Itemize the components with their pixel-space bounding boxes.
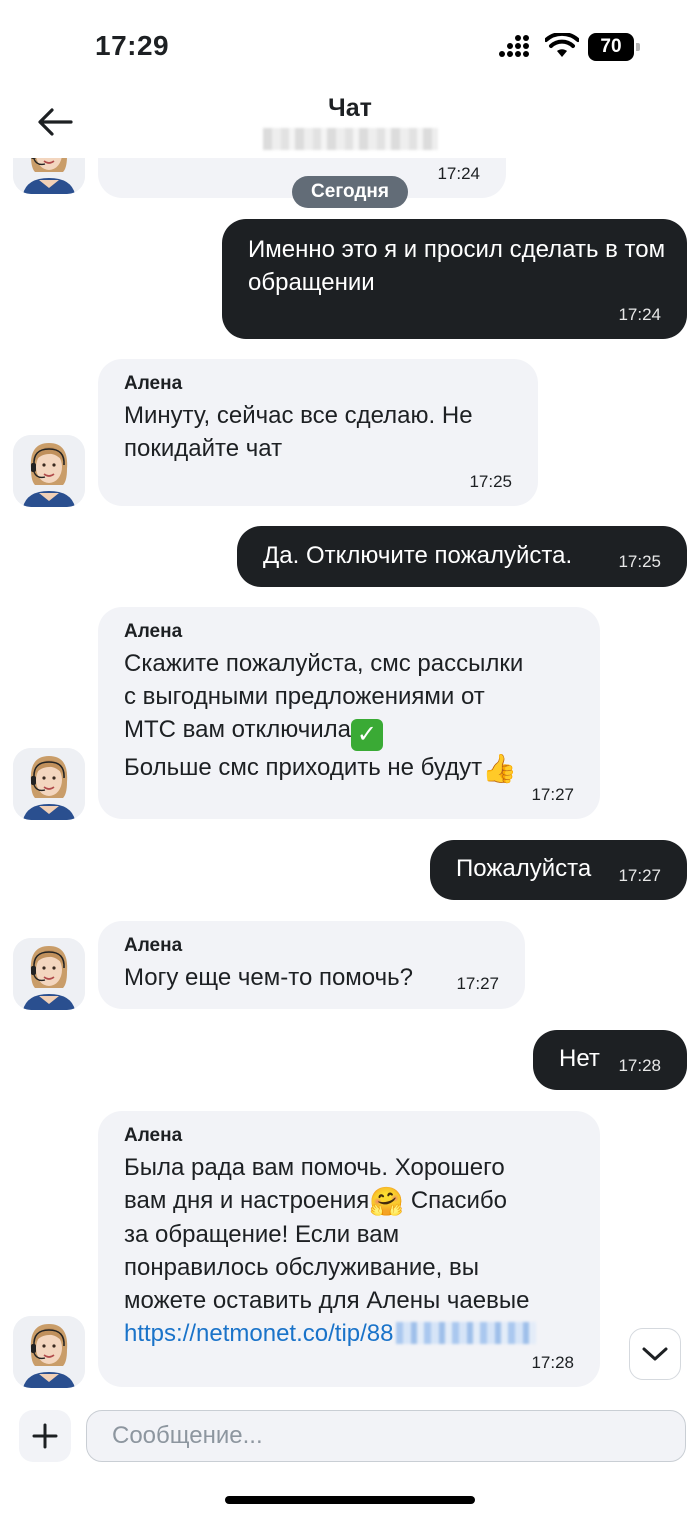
avatar [13, 158, 85, 194]
chevron-down-icon [642, 1347, 668, 1361]
message-text: Именно это я и просил сделать в том обра… [248, 236, 666, 296]
status-time: 17:29 [95, 30, 170, 61]
date-divider: Сегодня [292, 176, 408, 208]
tip-link[interactable]: https://netmonet.co/tip/88 [124, 1320, 394, 1347]
page-title: Чат [328, 94, 372, 122]
message-text: Была рада вам помочь. Хорошего вам дня и… [124, 1151, 594, 1350]
blurred-link-part [395, 1322, 536, 1344]
message-text: Могу еще чем-то помочь? [124, 964, 413, 991]
message-time: 17:28 [531, 1353, 574, 1372]
message-time: 17:27 [531, 785, 574, 804]
hugging-face-emoji: 🤗 [369, 1186, 405, 1217]
avatar [13, 435, 85, 507]
avatar [13, 938, 85, 1010]
chat-header: Чат [0, 92, 700, 162]
message-text: Нет [559, 1045, 600, 1072]
thumbs-up-emoji: 👍 [482, 753, 517, 784]
attach-button[interactable] [19, 1410, 71, 1462]
battery-level: 70 [588, 33, 634, 61]
message-time: 17:27 [618, 866, 661, 885]
status-bar: 17:29 70 [0, 0, 700, 92]
message-author: Алена [124, 935, 183, 956]
message-outgoing: Нет 17:28 [533, 1030, 687, 1090]
message-author: Алена [124, 373, 183, 394]
check-mark-button-emoji: ✓ [350, 719, 383, 751]
cellular-signal-icon [499, 35, 529, 57]
message-time: 17:27 [456, 974, 499, 993]
wifi-icon [545, 33, 579, 57]
message-text: Скажите пожалуйста, смс рассылки с выгод… [124, 650, 524, 784]
chat-messages[interactable]: 17:24 Сегодня Именно это я и просил сдел… [0, 158, 700, 1403]
message-text: Пожалуйста [456, 855, 592, 882]
plus-icon [32, 1423, 58, 1449]
message-author: Алена [124, 1125, 183, 1146]
message-text: Да. Отключите пожалуйста. [263, 542, 573, 569]
message-text: Минуту, сейчас все сделаю. Не покидайте … [124, 402, 473, 462]
message-time: 17:25 [469, 472, 512, 491]
message-time: 17:25 [618, 552, 661, 571]
message-author: Алена [124, 621, 183, 642]
blurred-subtitle [263, 128, 438, 150]
message-time: 17:24 [437, 164, 480, 183]
message-outgoing: Именно это я и просил сделать в том обра… [222, 219, 687, 339]
message-incoming: Алена Минуту, сейчас все сделаю. Не поки… [98, 359, 538, 506]
message-time: 17:24 [618, 305, 661, 324]
message-outgoing: Пожалуйста 17:27 [430, 840, 687, 900]
message-incoming: Алена Была рада вам помочь. Хорошего вам… [98, 1111, 600, 1387]
home-indicator [225, 1496, 475, 1504]
message-input[interactable] [86, 1410, 686, 1462]
message-time: 17:28 [618, 1056, 661, 1075]
message-incoming: Алена Скажите пожалуйста, смс рассылки с… [98, 607, 600, 819]
avatar [13, 748, 85, 820]
battery-icon: 70 [588, 33, 640, 61]
message-outgoing: Да. Отключите пожалуйста. 17:25 [237, 526, 687, 587]
scroll-down-button[interactable] [629, 1328, 681, 1380]
message-incoming: Алена Могу еще чем-то помочь? 17:27 [98, 921, 525, 1009]
avatar [13, 1316, 85, 1388]
